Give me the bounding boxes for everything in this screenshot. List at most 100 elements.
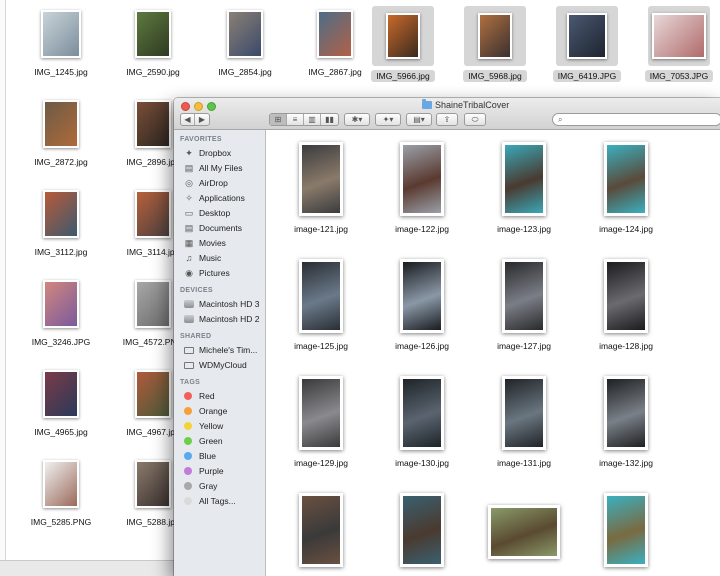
sidebar-tag-yellow[interactable]: Yellow bbox=[184, 419, 223, 433]
shared-computer-icon bbox=[184, 361, 194, 369]
background-file-item[interactable]: IMG_5968.jpg bbox=[450, 6, 540, 84]
background-file-item[interactable]: IMG_2590.jpg bbox=[108, 6, 198, 80]
sidebar-item-documents[interactable]: ▤ Documents bbox=[184, 221, 242, 235]
file-item[interactable]: image-122.jpg bbox=[367, 140, 477, 240]
file-item[interactable]: image-123.jpg bbox=[469, 140, 579, 240]
sidebar-item-all-my-files[interactable]: ▤ All My Files bbox=[184, 161, 243, 175]
sidebar-item-music[interactable]: ♫ Music bbox=[184, 251, 222, 265]
background-file-item[interactable]: IMG_2872.jpg bbox=[16, 96, 106, 170]
file-item[interactable]: image-127.jpg bbox=[469, 257, 579, 357]
background-file-item[interactable]: IMG_1245.jpg bbox=[16, 6, 106, 80]
photo-preview bbox=[569, 15, 605, 57]
sidebar-item-label: Music bbox=[199, 253, 222, 263]
tags-header: TAGS bbox=[180, 379, 201, 386]
thumbnail-area bbox=[556, 6, 618, 66]
minimize-window-button[interactable] bbox=[194, 102, 203, 111]
file-item[interactable] bbox=[469, 491, 579, 576]
file-item[interactable]: image-125.jpg bbox=[266, 257, 376, 357]
sidebar-item-device[interactable]: Macintosh HD 3 bbox=[184, 297, 259, 311]
image-thumbnail bbox=[604, 493, 648, 567]
background-file-item[interactable]: IMG_7053.JPG bbox=[634, 6, 720, 84]
cover-flow-button[interactable]: ▮▮ bbox=[321, 114, 338, 125]
image-thumbnail bbox=[41, 10, 81, 58]
file-item[interactable]: image-130.jpg bbox=[367, 374, 477, 474]
window-titlebar[interactable]: ShaineTribalCover ◀ ▶ ⊞ ≡ ▥ ▮▮ ✱▾ ✦▾ ▤▾ ⇪ ⬭ … bbox=[174, 98, 720, 130]
file-item[interactable]: image-121.jpg bbox=[266, 140, 376, 240]
file-item[interactable] bbox=[367, 491, 477, 576]
sidebar-tag-orange[interactable]: Orange bbox=[184, 404, 227, 418]
background-file-item[interactable]: IMG_5285.PNG bbox=[16, 456, 106, 530]
file-item[interactable]: image-129.jpg bbox=[266, 374, 376, 474]
sidebar-item-dropbox[interactable]: ✦ Dropbox bbox=[184, 146, 231, 160]
favorites-header: FAVORITES bbox=[180, 136, 222, 143]
sidebar-item-airdrop[interactable]: ◎ AirDrop bbox=[184, 176, 228, 190]
search-field[interactable]: ⌕ bbox=[552, 113, 720, 126]
movies-icon: ▦ bbox=[184, 238, 194, 248]
image-thumbnail bbox=[400, 376, 444, 450]
photo-preview bbox=[137, 372, 169, 416]
image-thumbnail bbox=[567, 13, 607, 59]
sidebar-tag-label: All Tags... bbox=[199, 496, 236, 506]
photo-preview bbox=[319, 12, 351, 56]
file-item[interactable]: image-131.jpg bbox=[469, 374, 579, 474]
file-item[interactable]: image-132.jpg bbox=[571, 374, 681, 474]
image-thumbnail bbox=[43, 100, 79, 148]
sidebar-tag-red[interactable]: Red bbox=[184, 389, 215, 403]
photo-preview bbox=[137, 12, 169, 56]
icon-view-button[interactable]: ⊞ bbox=[270, 114, 287, 125]
arrange-menu-button[interactable]: ▤▾ bbox=[406, 113, 432, 126]
photo-preview bbox=[229, 12, 261, 56]
dropbox-menu-button[interactable]: ✦▾ bbox=[375, 113, 401, 126]
file-name: IMG_3112.jpg bbox=[34, 247, 88, 257]
sidebar-item-shared[interactable]: WDMyCloud bbox=[184, 358, 247, 372]
list-view-button[interactable]: ≡ bbox=[287, 114, 304, 125]
tag-color-dot bbox=[184, 407, 192, 415]
file-name: image-131.jpg bbox=[497, 458, 551, 468]
drive-icon bbox=[184, 300, 194, 308]
sidebar-item-desktop[interactable]: ▭ Desktop bbox=[184, 206, 230, 220]
file-item[interactable] bbox=[266, 491, 376, 576]
tags-button[interactable]: ⬭ bbox=[464, 113, 486, 126]
sidebar-item-movies[interactable]: ▦ Movies bbox=[184, 236, 226, 250]
file-name: image-125.jpg bbox=[294, 341, 348, 351]
close-window-button[interactable] bbox=[181, 102, 190, 111]
background-file-item[interactable]: IMG_2854.jpg bbox=[200, 6, 290, 80]
sidebar-tag-blue[interactable]: Blue bbox=[184, 449, 216, 463]
photo-preview bbox=[45, 462, 77, 506]
search-icon: ⌕ bbox=[558, 115, 563, 124]
action-menu-button[interactable]: ✱▾ bbox=[344, 113, 370, 126]
search-input[interactable] bbox=[569, 114, 709, 125]
sidebar-tag-green[interactable]: Green bbox=[184, 434, 223, 448]
photo-preview bbox=[388, 15, 418, 57]
tag-color-dot bbox=[184, 392, 192, 400]
background-file-item[interactable]: IMG_6419.JPG bbox=[542, 6, 632, 84]
sidebar-tag-purple[interactable]: Purple bbox=[184, 464, 224, 478]
background-file-item[interactable]: IMG_5966.jpg bbox=[358, 6, 448, 84]
forward-button[interactable]: ▶ bbox=[195, 114, 209, 125]
background-file-item[interactable]: IMG_3112.jpg bbox=[16, 186, 106, 260]
share-button[interactable]: ⇪ bbox=[436, 113, 458, 126]
sidebar-item-device[interactable]: Macintosh HD 2 bbox=[184, 312, 259, 326]
image-thumbnail bbox=[299, 259, 343, 333]
column-view-button[interactable]: ▥ bbox=[304, 114, 321, 125]
background-file-item[interactable]: IMG_4965.jpg bbox=[16, 366, 106, 440]
image-thumbnail bbox=[502, 259, 546, 333]
sidebar-item-applications[interactable]: ✧ Applications bbox=[184, 191, 245, 205]
file-item[interactable]: image-124.jpg bbox=[571, 140, 681, 240]
image-thumbnail bbox=[43, 190, 79, 238]
sidebar-tag-all-tags-[interactable]: All Tags... bbox=[184, 494, 236, 508]
zoom-window-button[interactable] bbox=[207, 102, 216, 111]
sidebar-tag-label: Orange bbox=[199, 406, 228, 416]
back-button[interactable]: ◀ bbox=[181, 114, 195, 125]
file-item[interactable]: image-128.jpg bbox=[571, 257, 681, 357]
sidebar-item-pictures[interactable]: ◉ Pictures bbox=[184, 266, 230, 280]
pictures-icon: ◉ bbox=[185, 268, 193, 278]
file-item[interactable] bbox=[571, 491, 681, 576]
photo-preview bbox=[137, 282, 169, 326]
sidebar-item-shared[interactable]: Michele's Tim... bbox=[184, 343, 257, 357]
photo-preview bbox=[403, 379, 441, 447]
background-file-item[interactable]: IMG_3246.JPG bbox=[16, 276, 106, 350]
file-item[interactable]: image-126.jpg bbox=[367, 257, 477, 357]
sidebar-tag-gray[interactable]: Gray bbox=[184, 479, 217, 493]
gear-icon: ✱▾ bbox=[351, 115, 363, 124]
